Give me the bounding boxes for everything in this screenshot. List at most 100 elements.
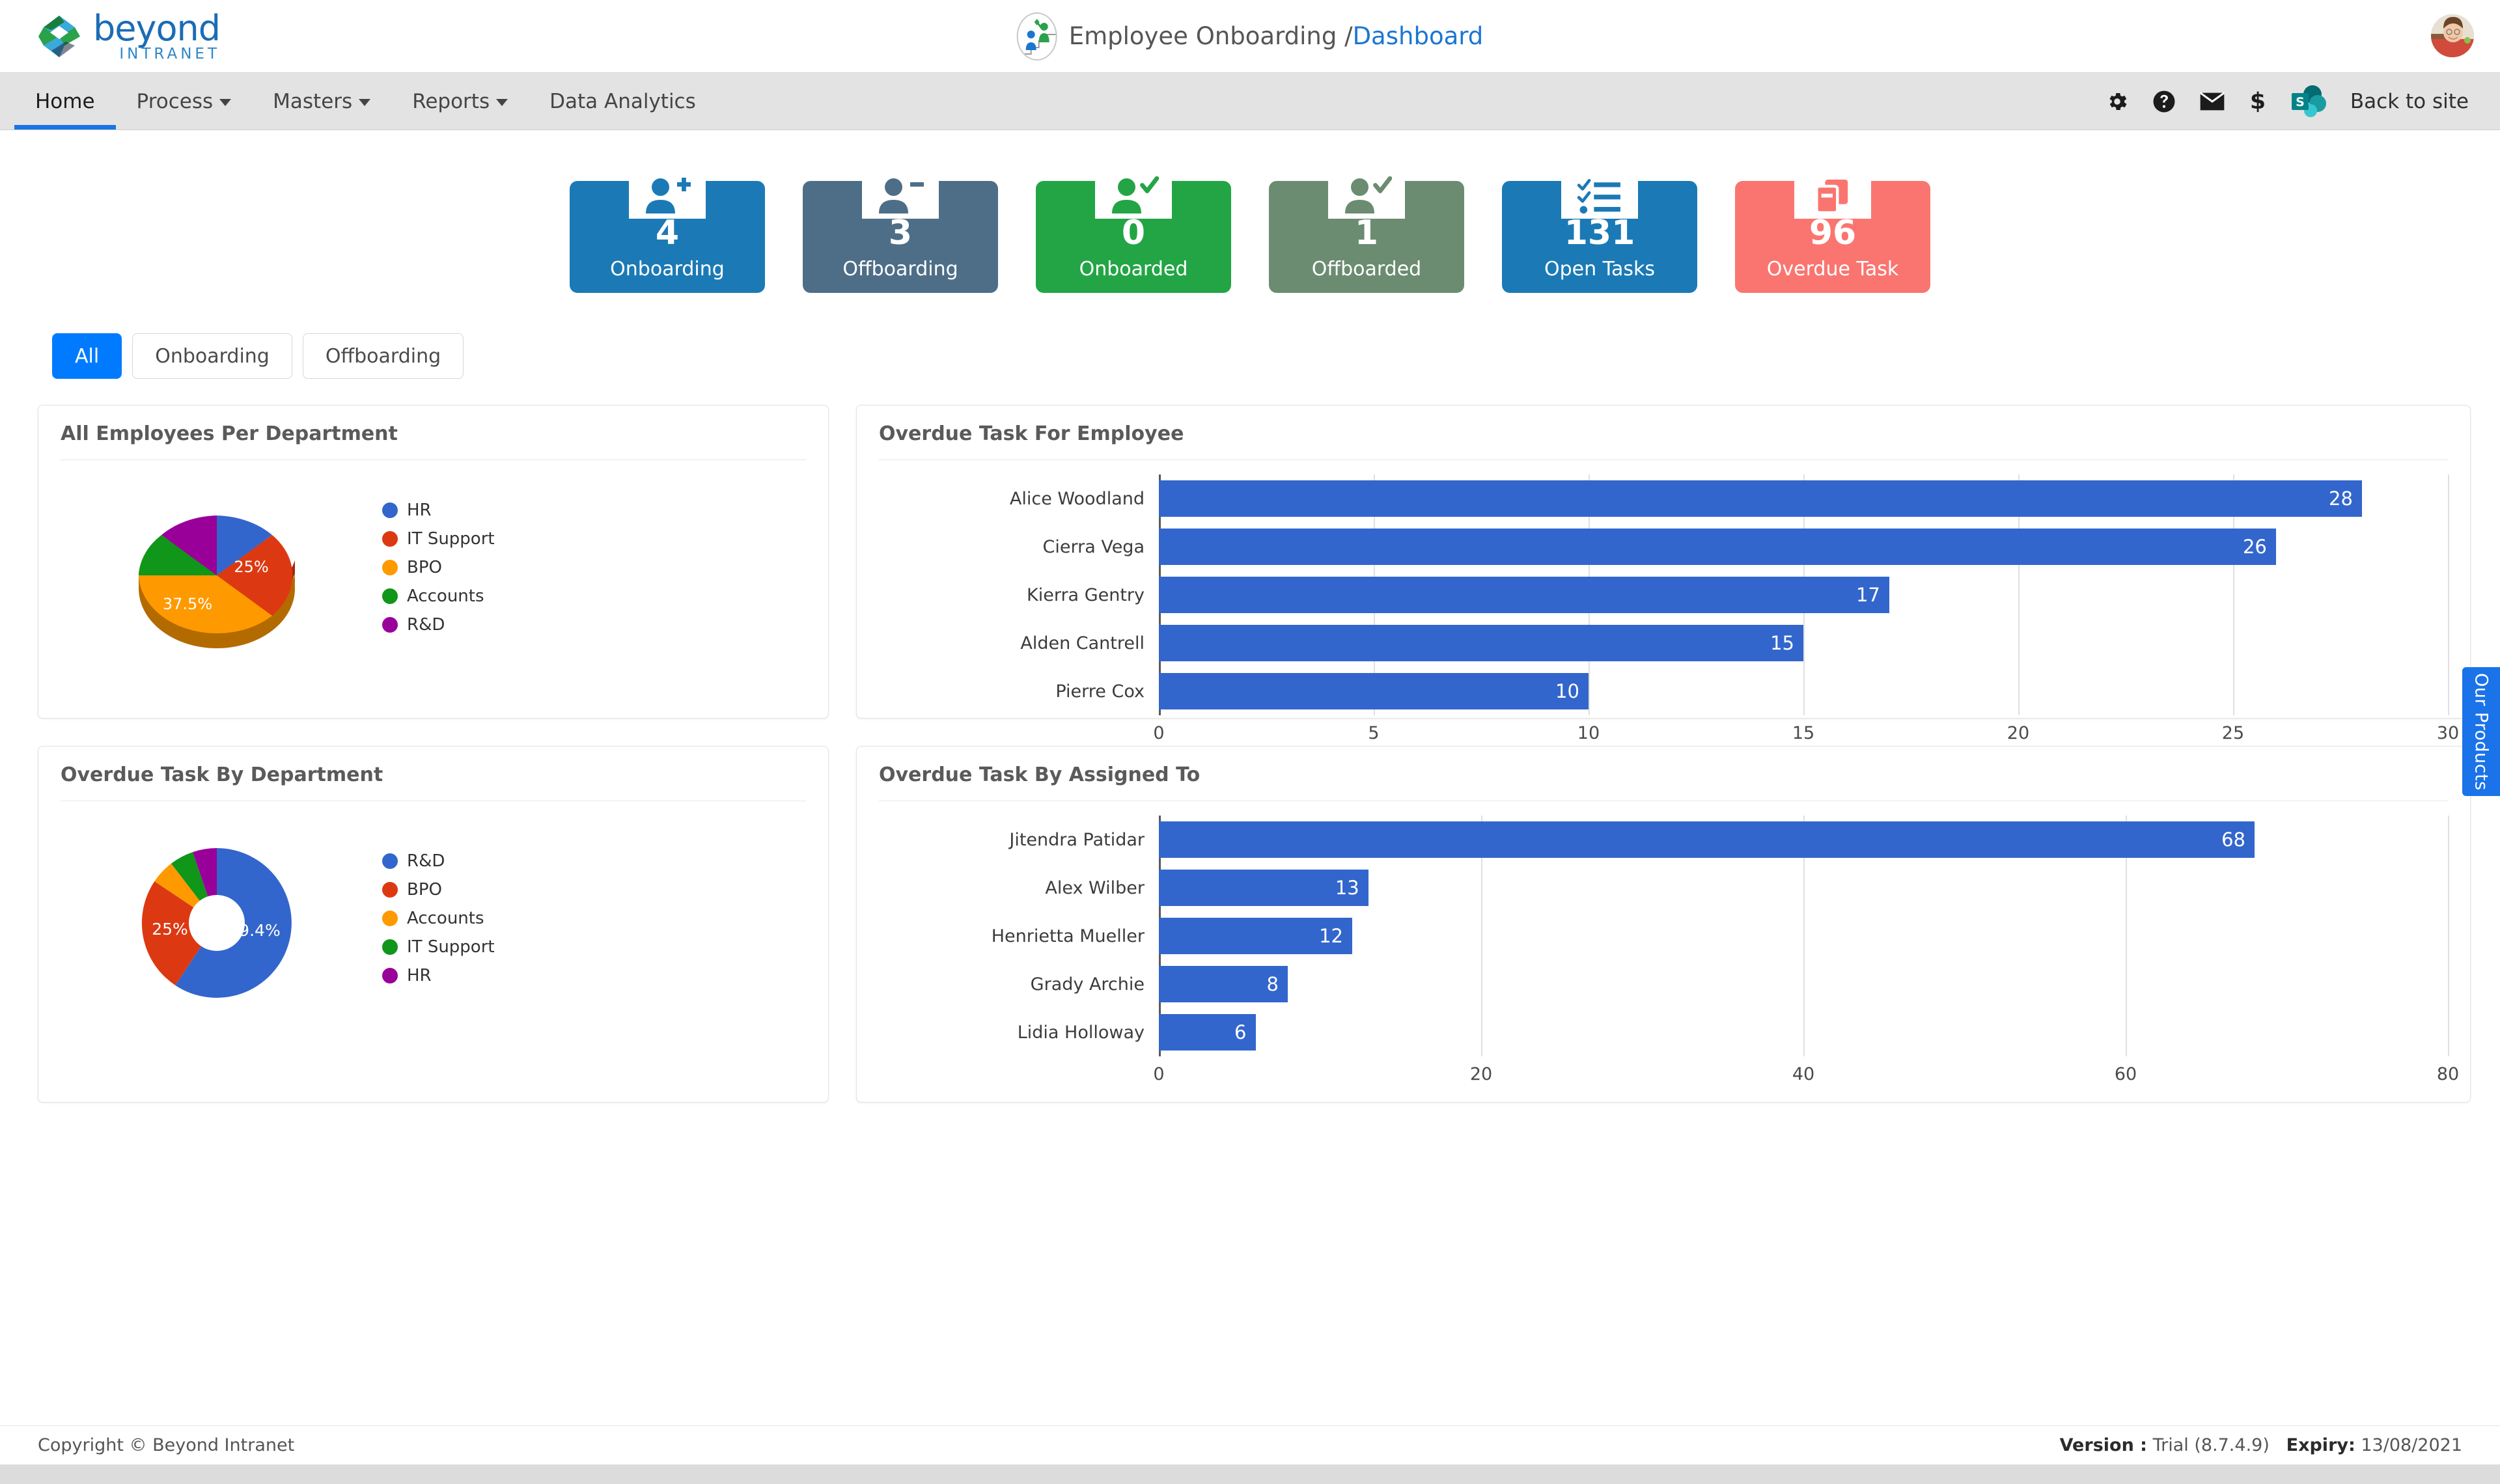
bar-row[interactable]: Alex Wilber 13 (879, 864, 2448, 912)
legend-color-swatch (382, 911, 398, 926)
bar-value-label: 8 (1267, 973, 1288, 995)
legend-item[interactable]: HR (382, 966, 495, 985)
bar-row[interactable]: Cierra Vega 26 (879, 523, 2448, 571)
donut-chart-area: 59.4% 25% R&D BPO (61, 816, 806, 1030)
nav-item-data-analytics[interactable]: Data Analytics (529, 73, 717, 130)
copyright-text: Copyright © Beyond Intranet (38, 1435, 294, 1455)
filter-button-onboarding[interactable]: Onboarding (132, 333, 292, 379)
nav-item-home[interactable]: Home (14, 73, 116, 130)
panel-body: Jitendra Patidar 68 Alex Wilber 13 (857, 801, 2470, 1114)
bar-row[interactable]: Alden Cantrell 15 (879, 619, 2448, 667)
bar-chart-overdue-for-employee[interactable]: Alice Woodland 28 Cierra Vega 26 (879, 474, 2448, 750)
chevron-down-icon (496, 99, 508, 106)
bar-fill: 10 (1159, 673, 1589, 709)
x-axis: 0 20 40 60 80 (1159, 1056, 2448, 1092)
kpi-icon-notch (629, 161, 706, 219)
bar-category-label: Alex Wilber (879, 878, 1159, 898)
nav-item-masters[interactable]: Masters (252, 73, 391, 130)
user-avatar[interactable] (2431, 14, 2474, 57)
dollar-icon[interactable]: $ (2249, 89, 2267, 114)
bar-row[interactable]: Jitendra Patidar 68 (879, 816, 2448, 864)
kpi-card-open-tasks[interactable]: 131 Open Tasks (1502, 181, 1697, 293)
bar-value-label: 28 (2329, 488, 2362, 510)
legend-item[interactable]: BPO (382, 880, 495, 900)
version-value: Trial (8.7.4.9) (2153, 1435, 2270, 1455)
nav-item-reports[interactable]: Reports (391, 73, 529, 130)
legend-label: BPO (407, 880, 442, 900)
version-info: Version : Trial (8.7.4.9) Expiry: 13/08/… (2060, 1435, 2462, 1455)
bar-track: 26 (1159, 523, 2448, 571)
main-navigation: Home Process Masters Reports Data Analyt… (0, 73, 2500, 130)
donut-legend-departments: R&D BPO Accounts IT Support (382, 851, 495, 995)
help-icon[interactable] (2152, 90, 2176, 113)
filter-button-offboarding[interactable]: Offboarding (303, 333, 464, 379)
expiry-value: 13/08/2021 (2361, 1435, 2462, 1455)
svg-text:25%: 25% (234, 558, 268, 576)
employee-onboarding-icon (1017, 12, 1057, 61)
legend-item[interactable]: BPO (382, 558, 495, 577)
brand-logo[interactable]: beyond INTRANET (36, 11, 220, 62)
pie-chart-employees[interactable]: 25% 37.5% (61, 474, 373, 670)
nav-item-label: Home (35, 90, 95, 113)
legend-item[interactable]: Accounts (382, 909, 495, 928)
our-products-tab-label: Our Products (2471, 673, 2492, 791)
our-products-tab[interactable]: Our Products (2462, 667, 2500, 796)
kpi-label: Overdue Task (1767, 258, 1898, 281)
bar-row[interactable]: Alice Woodland 28 (879, 474, 2448, 523)
bar-fill: 26 (1159, 529, 2276, 565)
top-bar: beyond INTRANET Employee Onboarding /Das… (0, 0, 2500, 73)
bar-row[interactable]: Henrietta Mueller 12 (879, 912, 2448, 960)
legend-item[interactable]: HR (382, 501, 495, 520)
legend-item[interactable]: Accounts (382, 586, 495, 606)
x-tick-label: 80 (2437, 1064, 2459, 1084)
bar-chart-overdue-by-assigned-to[interactable]: Jitendra Patidar 68 Alex Wilber 13 (879, 816, 2448, 1092)
bar-row[interactable]: Kierra Gentry 17 (879, 571, 2448, 619)
legend-item[interactable]: R&D (382, 851, 495, 871)
filter-button-all[interactable]: All (52, 333, 122, 379)
bar-row[interactable]: Pierre Cox 10 (879, 667, 2448, 715)
panel-body: 25% 37.5% HR IT Support BPO (38, 460, 828, 692)
legend-item[interactable]: IT Support (382, 529, 495, 549)
kpi-card-offboarded[interactable]: 1 Offboarded (1269, 181, 1464, 293)
bar-track: 6 (1159, 1008, 2448, 1056)
page-title: Employee Onboarding /Dashboard (1069, 22, 1484, 50)
gear-icon[interactable] (2105, 90, 2129, 113)
bar-row[interactable]: Grady Archie 8 (879, 960, 2448, 1008)
kpi-card-onboarding[interactable]: 4 Onboarding (570, 181, 765, 293)
donut-chart-overdue-by-department[interactable]: 59.4% 25% (61, 816, 373, 1030)
x-tick-label: 20 (1470, 1064, 1492, 1084)
bar-category-label: Lidia Holloway (879, 1023, 1159, 1043)
nav-item-label: Masters (273, 90, 352, 113)
bar-track: 28 (1159, 474, 2448, 523)
legend-color-swatch (382, 617, 398, 633)
svg-text:37.5%: 37.5% (163, 595, 212, 613)
x-tick-label: 60 (2115, 1064, 2137, 1084)
kpi-card-offboarding[interactable]: 3 Offboarding (803, 181, 998, 293)
bar-fill: 12 (1159, 918, 1352, 954)
kpi-icon-notch (862, 161, 939, 219)
bar-category-label: Cierra Vega (879, 537, 1159, 557)
panel-employees-per-department: All Employees Per Department (38, 405, 829, 719)
x-tick-label: 25 (2222, 723, 2244, 743)
legend-item[interactable]: R&D (382, 615, 495, 635)
kpi-card-overdue-task[interactable]: 96 Overdue Task (1735, 181, 1930, 293)
bar-value-label: 6 (1234, 1021, 1255, 1043)
legend-item[interactable]: IT Support (382, 937, 495, 957)
panel-title: All Employees Per Department (38, 405, 828, 460)
version-label: Version : (2060, 1435, 2147, 1455)
bar-row[interactable]: Lidia Holloway 6 (879, 1008, 2448, 1056)
kpi-value: 0 (1122, 216, 1145, 250)
bar-track: 8 (1159, 960, 2448, 1008)
bar-category-label: Alice Woodland (879, 489, 1159, 509)
kpi-card-onboarded[interactable]: 0 Onboarded (1036, 181, 1231, 293)
mail-icon[interactable] (2199, 90, 2225, 113)
legend-label: Accounts (407, 909, 484, 928)
sharepoint-icon[interactable]: S (2290, 84, 2327, 119)
bar-track: 13 (1159, 864, 2448, 912)
user-minus-icon (875, 176, 926, 215)
bar-fill: 13 (1159, 870, 1368, 906)
dashboard-panels: All Employees Per Department (38, 405, 2500, 1103)
back-to-site-link[interactable]: Back to site (2350, 90, 2469, 113)
bar-value-label: 26 (2243, 536, 2276, 558)
nav-item-process[interactable]: Process (116, 73, 253, 130)
